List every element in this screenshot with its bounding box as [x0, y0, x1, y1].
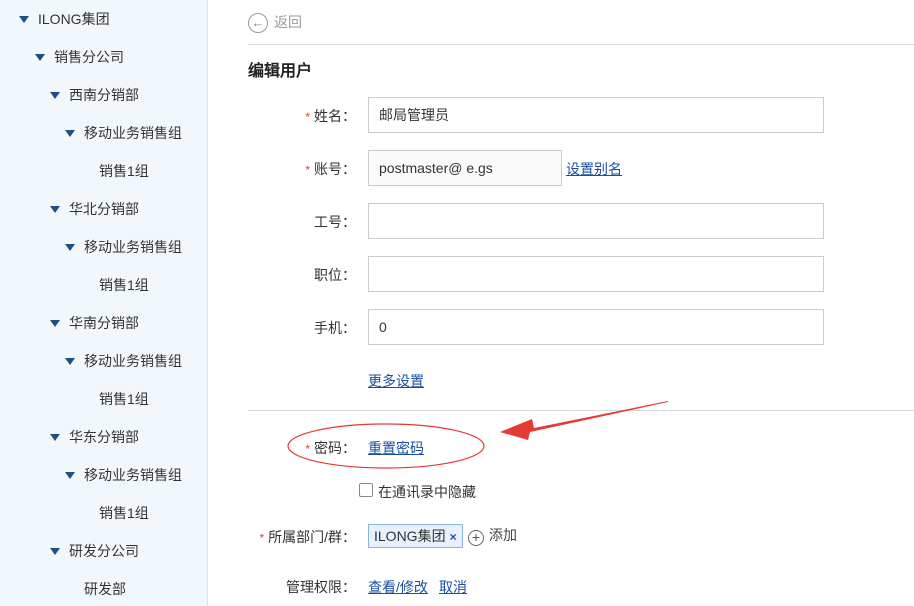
account-label: * 账号： [305, 161, 356, 177]
caret-down-icon[interactable] [65, 130, 75, 137]
required-mark: * [305, 442, 310, 456]
tree-item-south-division[interactable]: 华南分销部 [50, 304, 139, 342]
position-input[interactable] [368, 256, 824, 292]
back-circle-icon: ← [248, 13, 268, 34]
tree-item-label: 研发部 [84, 581, 126, 597]
tree-item-mobile-sales-group[interactable]: 移动业务销售组 [65, 342, 182, 380]
mobile-input[interactable] [368, 309, 824, 345]
caret-down-icon[interactable] [50, 206, 60, 213]
caret-down-icon[interactable] [50, 434, 60, 441]
department-tag-label: ILONG集团 [374, 528, 446, 544]
caret-down-icon[interactable] [65, 472, 75, 479]
tree-item-label: 销售分公司 [54, 49, 124, 65]
tree-item-sales-company[interactable]: 销售分公司 [35, 38, 124, 76]
page-title: 编辑用户 [248, 63, 313, 80]
divider [248, 44, 914, 45]
add-label: 添加 [489, 527, 517, 543]
admin-permission-label: 管理权限： [286, 579, 356, 595]
tree-item-label: ILONG集团 [38, 11, 110, 27]
tree-item-southwest-division[interactable]: 西南分销部 [50, 76, 139, 114]
tree-item-label: 移动业务销售组 [84, 353, 182, 369]
caret-down-icon[interactable] [19, 16, 29, 23]
tree-item-label: 华南分销部 [69, 315, 139, 331]
account-field[interactable]: postmaster@ e.gs [368, 150, 562, 186]
back-button[interactable]: ← 返回 [248, 11, 302, 34]
caret-down-icon[interactable] [35, 54, 45, 61]
tree-item-mobile-sales-group[interactable]: 移动业务销售组 [65, 456, 182, 494]
divider [248, 410, 914, 411]
tree-item-north-division[interactable]: 华北分销部 [50, 190, 139, 228]
tree-item-label: 销售1组 [99, 277, 149, 293]
view-edit-link[interactable]: 查看/修改 [368, 577, 428, 597]
required-mark: * [259, 531, 265, 545]
caret-down-icon[interactable] [50, 548, 60, 555]
department-label: * 所属部门/群： [259, 529, 356, 545]
edit-user-panel: ← 返回 编辑用户 *姓名： *账号： postmaster@ e.gs 设置别名… [208, 0, 914, 606]
tree-item-east-division[interactable]: 华东分销部 [50, 418, 139, 456]
tree-item-label: 西南分销部 [69, 87, 139, 103]
tree-item-label: 研发分公司 [69, 543, 139, 559]
tree-item-sales-team-1[interactable]: 销售1组 [99, 266, 149, 304]
mobile-label: 手机： [314, 320, 356, 336]
name-input[interactable] [368, 97, 824, 133]
tree-item-label: 移动业务销售组 [84, 125, 182, 141]
tree-item-rd-department[interactable]: 研发部 [84, 570, 126, 606]
tree-item-label: 移动业务销售组 [84, 467, 182, 483]
cancel-link[interactable]: 取消 [439, 577, 467, 597]
tree-item-ilong-group[interactable]: ILONG集团 [19, 0, 110, 38]
tree-item-label: 销售1组 [99, 163, 149, 179]
plus-circle-icon: + [468, 530, 484, 546]
tree-item-sales-team-1[interactable]: 销售1组 [99, 494, 149, 532]
password-label: * 密码： [305, 440, 356, 456]
tree-item-mobile-sales-group[interactable]: 移动业务销售组 [65, 228, 182, 266]
employee-id-input[interactable] [368, 203, 824, 239]
required-mark: * [305, 110, 310, 124]
tree-item-rd-company[interactable]: 研发分公司 [50, 532, 139, 570]
tree-item-label: 移动业务销售组 [84, 239, 182, 255]
caret-down-icon[interactable] [65, 244, 75, 251]
org-tree-sidebar: ILONG集团 销售分公司 西南分销部 移动业务销售组 销售1组 华北分销部 移… [0, 0, 208, 606]
caret-down-icon[interactable] [50, 92, 60, 99]
hide-in-contacts-label: 在通讯录中隐藏 [378, 484, 476, 500]
name-label: * 姓名： [305, 108, 356, 124]
tree-item-label: 销售1组 [99, 505, 149, 521]
tree-item-sales-team-1[interactable]: 销售1组 [99, 380, 149, 418]
required-mark: * [305, 163, 310, 177]
caret-down-icon[interactable] [65, 358, 75, 365]
back-label: 返回 [274, 14, 302, 30]
reset-password-link[interactable]: 重置密码 [368, 438, 424, 458]
tree-item-label: 华北分销部 [69, 201, 139, 217]
hide-in-contacts-checkbox[interactable] [359, 483, 373, 497]
add-department-button[interactable]: + 添加 [468, 525, 517, 546]
position-label: 职位： [314, 267, 356, 283]
close-icon[interactable]: × [450, 530, 457, 544]
tree-item-label: 华东分销部 [69, 429, 139, 445]
employee-id-label: 工号： [314, 214, 356, 230]
caret-down-icon[interactable] [50, 320, 60, 327]
tree-item-mobile-sales-group[interactable]: 移动业务销售组 [65, 114, 182, 152]
set-alias-link[interactable]: 设置别名 [566, 159, 622, 179]
more-settings-link[interactable]: 更多设置 [368, 371, 424, 391]
tree-item-sales-team-1[interactable]: 销售1组 [99, 152, 149, 190]
department-tag: ILONG集团 × [368, 524, 463, 548]
tree-item-label: 销售1组 [99, 391, 149, 407]
